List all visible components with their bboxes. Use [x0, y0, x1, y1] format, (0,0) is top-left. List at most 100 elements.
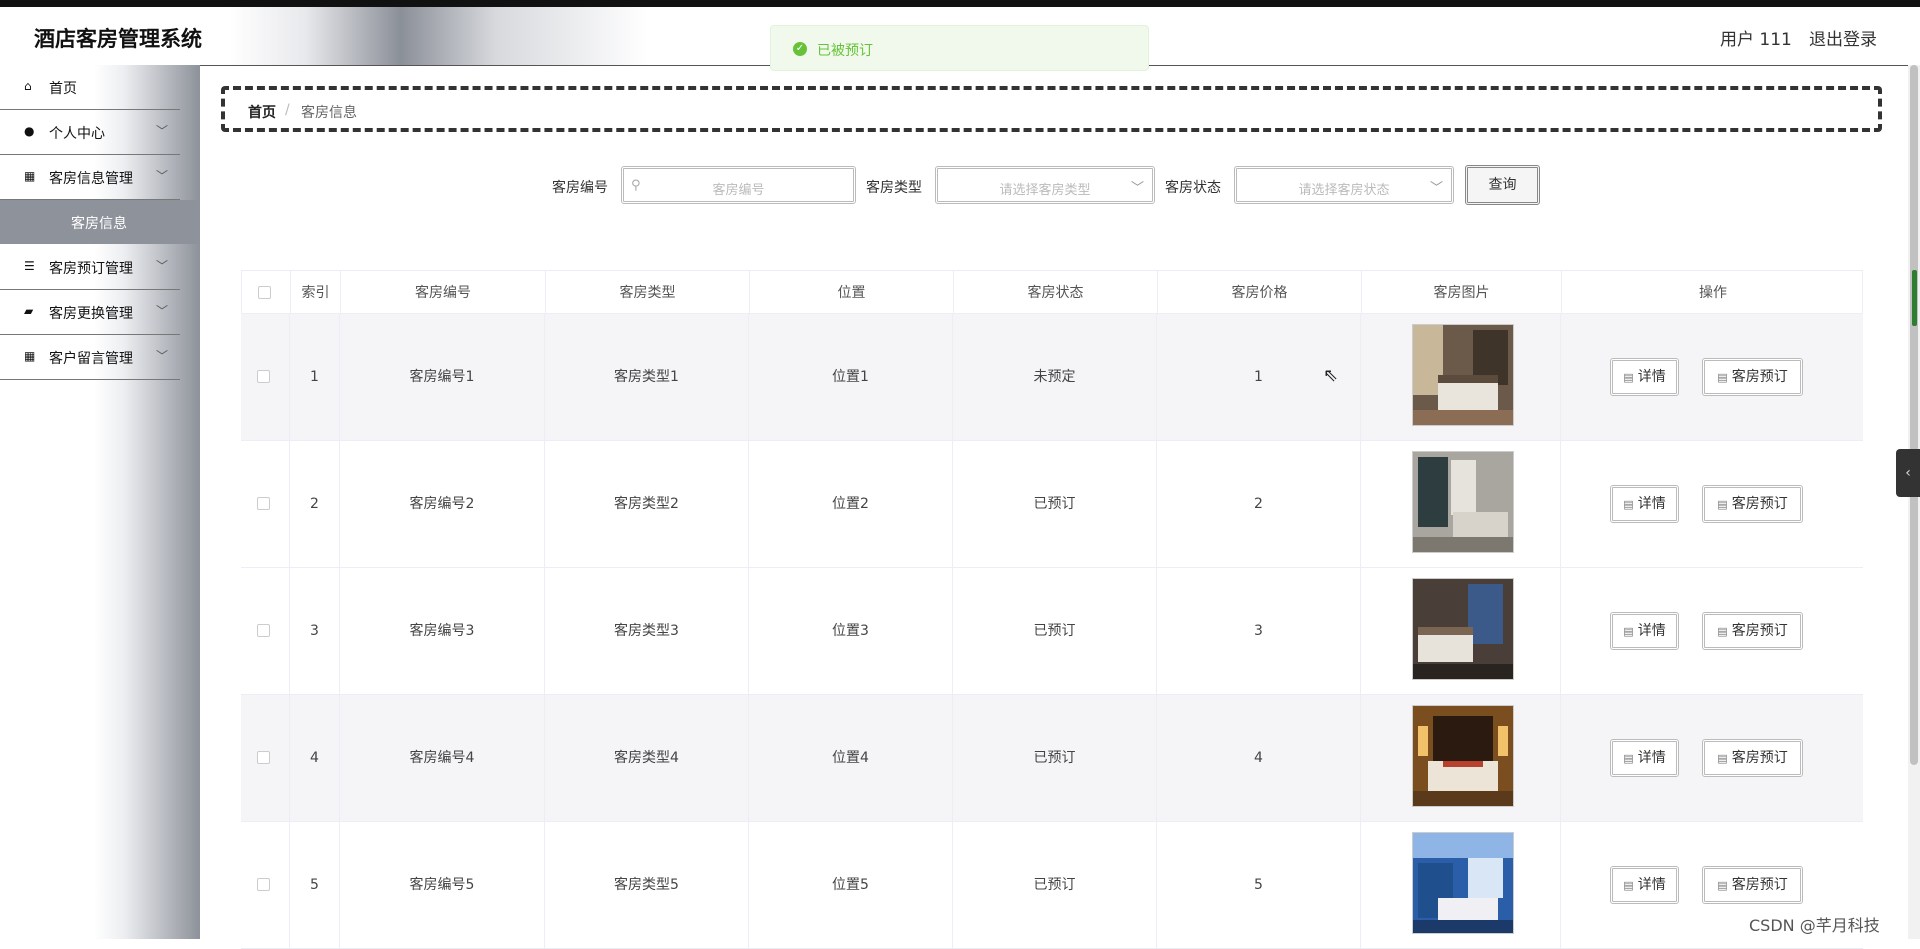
- cell-location: 位置1: [749, 314, 953, 441]
- sidebar-item-booking-mgmt[interactable]: ☰ 客房预订管理 ﹀: [0, 245, 180, 290]
- cell-status: 已预订: [953, 822, 1157, 949]
- cell-location: 位置5: [749, 822, 953, 949]
- sidebar-item-label: 个人中心: [49, 126, 105, 142]
- cell-index: 3: [290, 568, 340, 695]
- document-icon: ▤: [1623, 879, 1634, 892]
- detail-button[interactable]: ▤ 详情: [1610, 358, 1679, 396]
- header-location: 位置: [750, 271, 954, 315]
- briefcase-icon: ▰: [24, 304, 34, 318]
- row-select-cell: [241, 695, 290, 822]
- detail-button[interactable]: ▤ 详情: [1610, 485, 1679, 523]
- cell-index: 4: [290, 695, 340, 822]
- book-room-button[interactable]: ▤ 客房预订: [1702, 612, 1803, 650]
- header-room-no: 客房编号: [341, 271, 546, 315]
- document-icon: ▤: [1717, 625, 1728, 638]
- row-checkbox[interactable]: [257, 751, 270, 764]
- room-photo: [1412, 705, 1514, 807]
- cell-room-type: 客房类型3: [545, 568, 749, 695]
- book-room-button[interactable]: ▤ 客房预订: [1702, 739, 1803, 777]
- room-no-placeholder: 客房编号: [712, 183, 765, 198]
- scrollbar-thumb[interactable]: [1910, 65, 1918, 765]
- book-room-button-label: 客房预订: [1731, 623, 1788, 639]
- cell-price: 5: [1157, 822, 1361, 949]
- user-label: 用户 111: [1720, 30, 1792, 50]
- scroll-indicator: [1912, 270, 1917, 326]
- cell-location: 位置4: [749, 695, 953, 822]
- room-status-label: 客房状态: [1165, 180, 1221, 196]
- breadcrumb: 首页 / 客房信息: [221, 86, 1882, 132]
- sidebar-item-message-mgmt[interactable]: ▦ 客户留言管理 ﹀: [0, 335, 180, 380]
- header-index: 索引: [291, 271, 341, 315]
- room-photo: [1412, 324, 1514, 426]
- cell-status: 未预定: [953, 314, 1157, 441]
- cell-status: 已预订: [953, 441, 1157, 568]
- room-type-select[interactable]: 请选择客房类型 ﹀: [935, 166, 1155, 204]
- room-photo: [1412, 832, 1514, 934]
- top-strip: [0, 0, 1920, 7]
- book-room-button[interactable]: ▤ 客房预订: [1702, 358, 1803, 396]
- app-title: 酒店客房管理系统: [34, 27, 202, 51]
- cell-location: 位置3: [749, 568, 953, 695]
- book-room-button-label: 客房预订: [1731, 750, 1788, 766]
- header-price: 客房价格: [1158, 271, 1362, 315]
- mouse-cursor-icon: ⇖: [1323, 365, 1339, 386]
- cell-price: 3: [1157, 568, 1361, 695]
- document-icon: ▤: [1623, 498, 1634, 511]
- sidebar-subitem-label: 客房信息: [71, 216, 127, 232]
- row-select-cell: [241, 568, 290, 695]
- cell-room-type: 客房类型5: [545, 822, 749, 949]
- sidebar-item-room-change-mgmt[interactable]: ▰ 客房更换管理 ﹀: [0, 290, 180, 335]
- document-icon: ▤: [1717, 371, 1728, 384]
- cell-room-no: 客房编号2: [340, 441, 545, 568]
- sidebar-item-label: 客房预订管理: [49, 261, 133, 277]
- cell-index: 2: [290, 441, 340, 568]
- sidebar-item-room-info-mgmt[interactable]: ▦ 客房信息管理 ﹀: [0, 155, 180, 200]
- room-status-select[interactable]: 请选择客房状态 ﹀: [1234, 166, 1454, 204]
- room-photo: [1412, 451, 1514, 553]
- grid-icon: ▦: [24, 349, 36, 363]
- book-room-button[interactable]: ▤ 客房预订: [1702, 485, 1803, 523]
- detail-button[interactable]: ▤ 详情: [1610, 739, 1679, 777]
- table-row: 2 客房编号2 客房类型2 位置2 已预订 2 ▤ 详情 ▤ 客房预订: [241, 441, 1863, 568]
- book-room-button-label: 客房预订: [1731, 496, 1788, 512]
- document-icon: ▤: [1717, 752, 1728, 765]
- document-icon: ▤: [1623, 625, 1634, 638]
- table-row: 5 客房编号5 客房类型5 位置5 已预订 5 ▤ 详情 ▤ 客房预订: [241, 822, 1863, 949]
- room-no-input[interactable]: ⚲ 客房编号: [621, 166, 856, 204]
- row-checkbox[interactable]: [257, 497, 270, 510]
- table-row: 1 客房编号1 客房类型1 位置1 未预定 1 ▤ 详情 ▤ 客房预订: [241, 314, 1863, 441]
- room-status-placeholder: 请选择客房状态: [1298, 183, 1390, 198]
- sidebar-item-label: 客户留言管理: [49, 351, 133, 367]
- row-checkbox[interactable]: [257, 878, 270, 891]
- room-type-label: 客房类型: [866, 180, 922, 196]
- book-room-button-label: 客房预订: [1731, 369, 1788, 385]
- detail-button-label: 详情: [1637, 750, 1666, 766]
- cell-room-no: 客房编号1: [340, 314, 545, 441]
- row-checkbox[interactable]: [257, 624, 270, 637]
- home-icon: ⌂: [24, 79, 32, 93]
- logout-link[interactable]: 退出登录: [1809, 25, 1877, 50]
- sidebar-subitem-room-info[interactable]: 客房信息: [0, 200, 200, 244]
- sidebar-item-home[interactable]: ⌂ 首页: [0, 65, 180, 110]
- book-room-button[interactable]: ▤ 客房预订: [1702, 866, 1803, 904]
- breadcrumb-home[interactable]: 首页: [248, 102, 276, 122]
- document-icon: ▤: [1717, 498, 1728, 511]
- detail-button[interactable]: ▤ 详情: [1610, 866, 1679, 904]
- check-circle-icon: ✓: [793, 42, 807, 56]
- cell-price: 4: [1157, 695, 1361, 822]
- chevron-down-icon: ﹀: [156, 169, 169, 183]
- sidebar-item-label: 首页: [49, 81, 77, 97]
- sidebar-item-personal-center[interactable]: ● 个人中心 ﹀: [0, 110, 180, 155]
- select-all-checkbox[interactable]: [258, 286, 271, 299]
- room-type-placeholder: 请选择客房类型: [999, 183, 1091, 198]
- row-checkbox[interactable]: [257, 370, 270, 383]
- cell-status: 已预订: [953, 695, 1157, 822]
- breadcrumb-separator: /: [285, 102, 290, 118]
- side-panel-toggle[interactable]: ‹: [1896, 449, 1920, 497]
- detail-button[interactable]: ▤ 详情: [1610, 612, 1679, 650]
- watermark: CSDN @芊月科技: [1749, 916, 1880, 935]
- book-room-button-label: 客房预订: [1731, 877, 1788, 893]
- detail-button-label: 详情: [1637, 496, 1666, 512]
- query-button[interactable]: 查询: [1465, 165, 1540, 205]
- cell-price: 2: [1157, 441, 1361, 568]
